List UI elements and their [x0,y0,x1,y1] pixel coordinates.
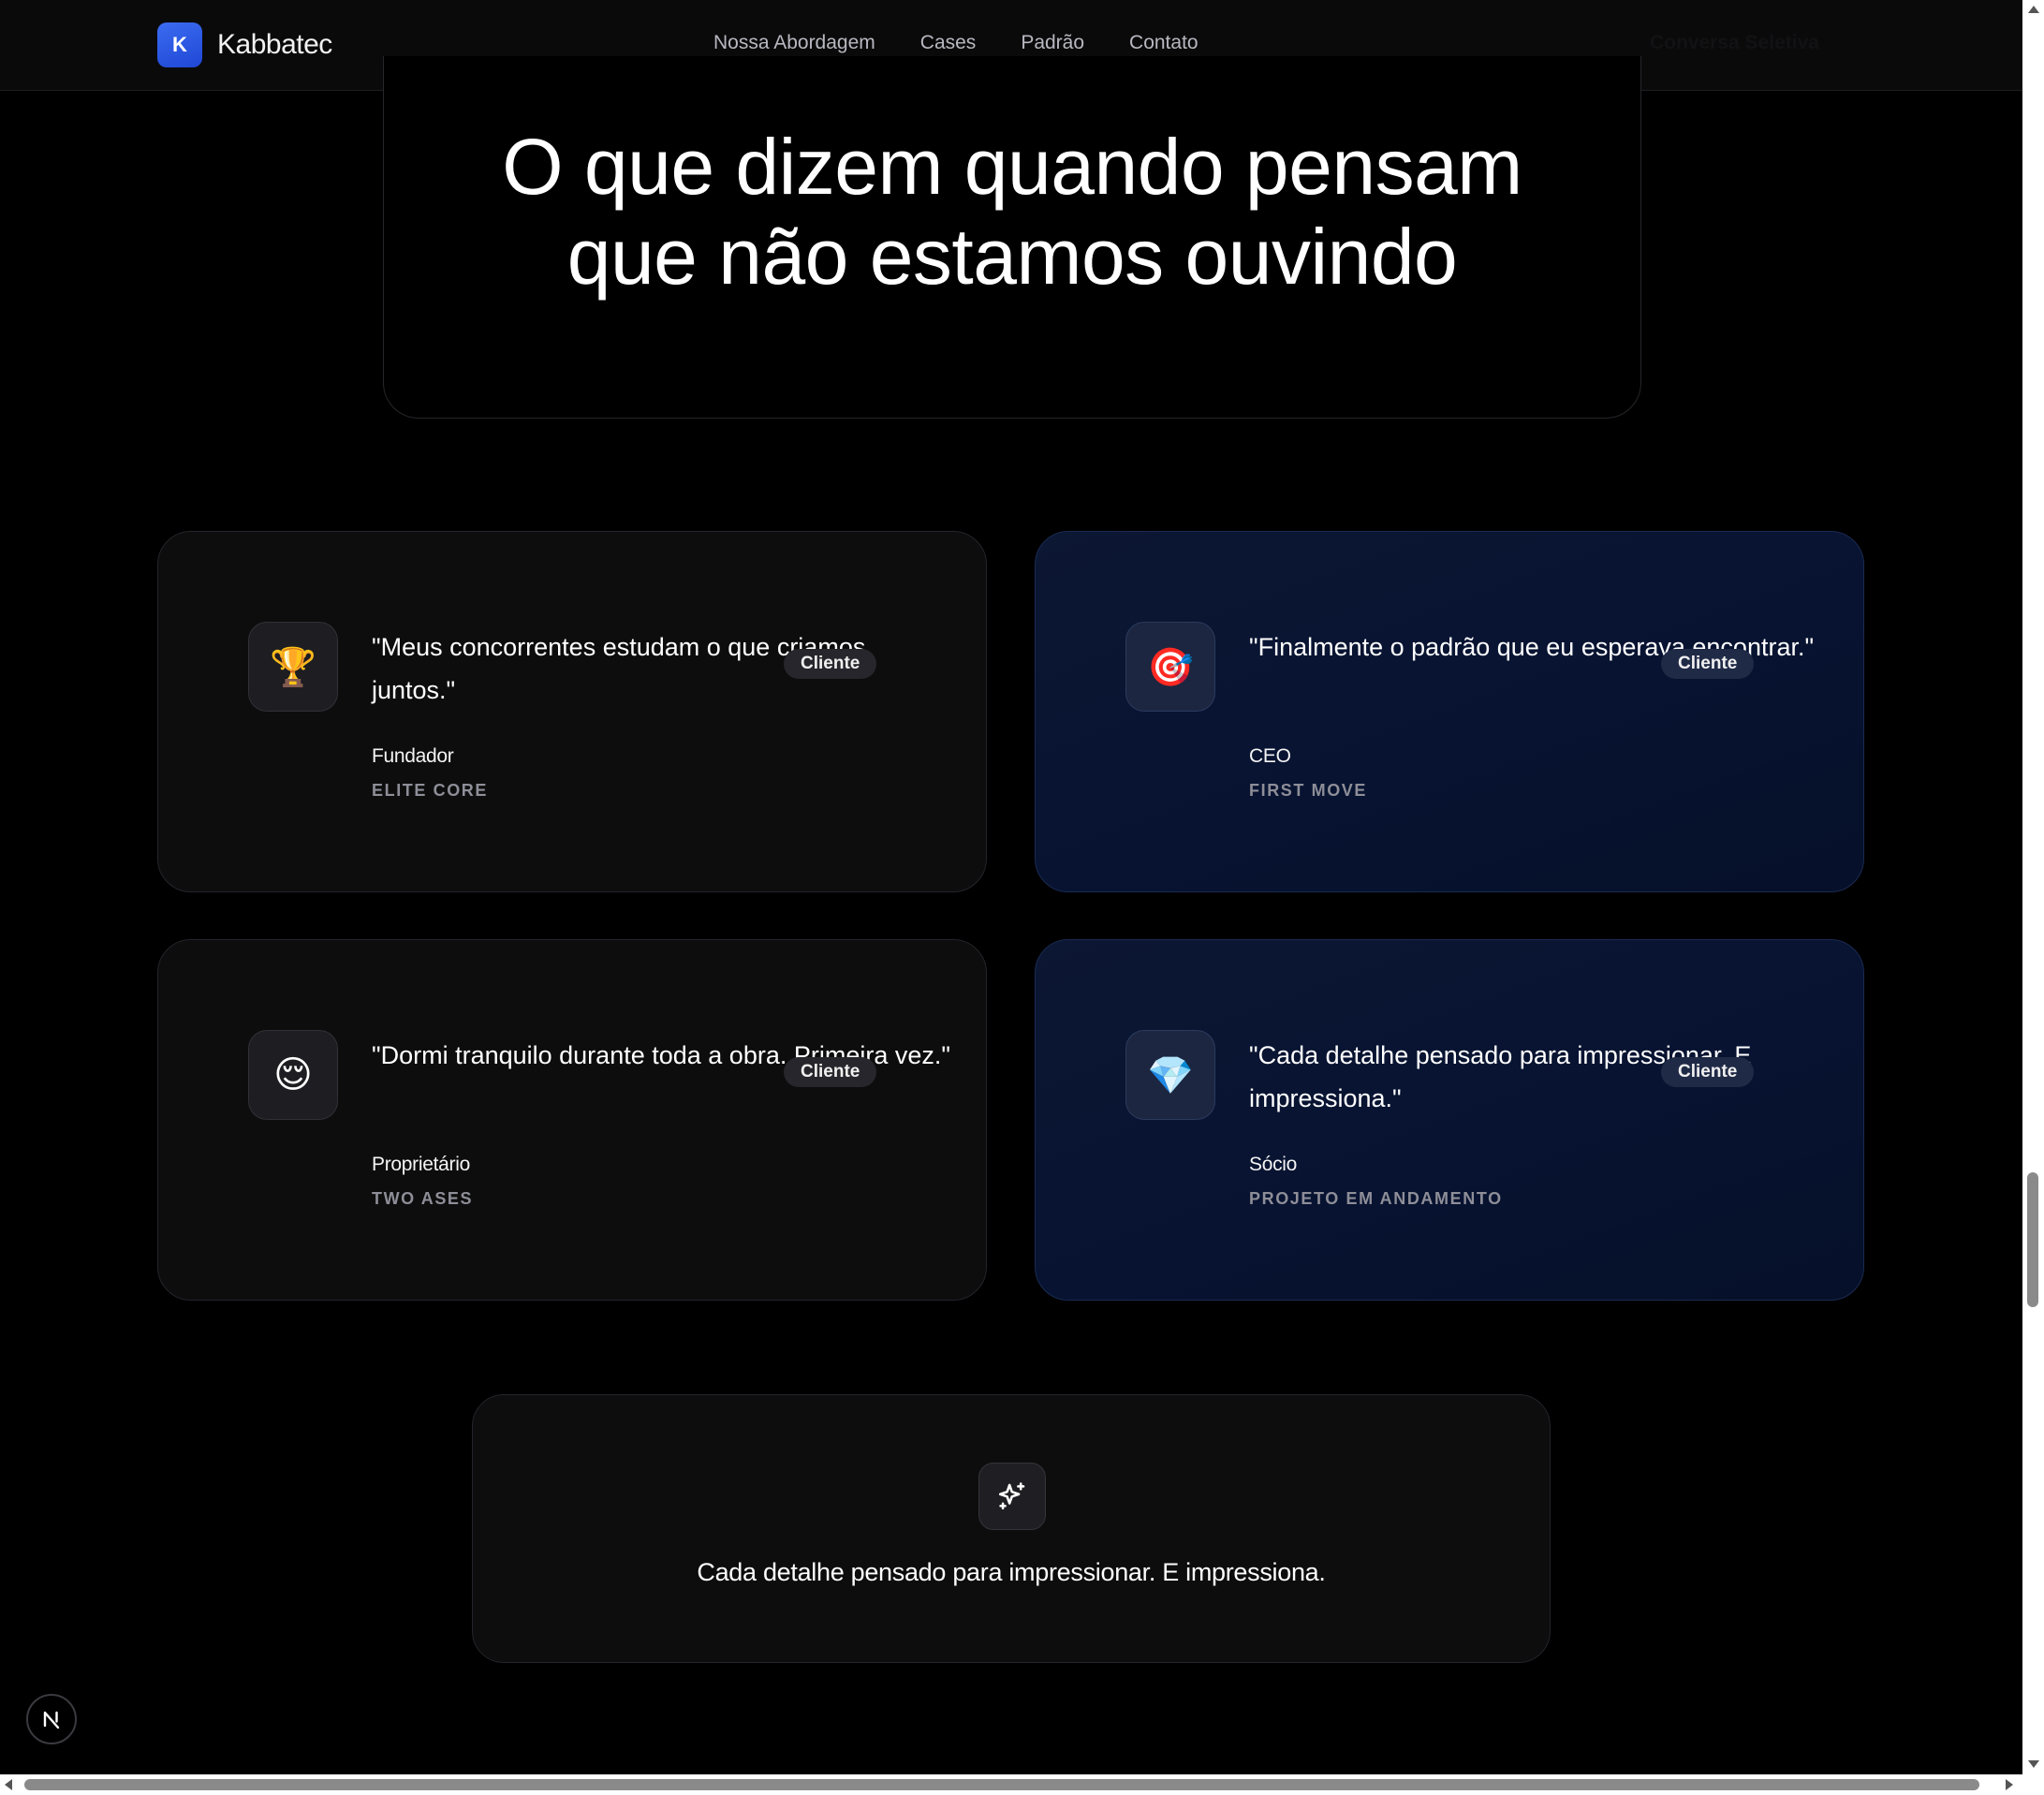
nav-link-padrao[interactable]: Padrão [1021,32,1084,54]
nextjs-dev-button[interactable] [26,1694,77,1744]
vertical-scrollbar[interactable] [2022,0,2044,1779]
testimonial-card: 🎯 "Finalmente o padrão que eu esperava e… [1035,531,1864,892]
nav-link-nossa-abordagem[interactable]: Nossa Abordagem [713,32,875,54]
heading-line-2: que não estamos ouvindo [566,213,1458,301]
testimonial-company: PROJETO EM ANDAMENTO [1249,1189,1503,1208]
scroll-right-arrow-icon[interactable] [2006,1779,2013,1790]
client-badge: Cliente [1661,649,1755,679]
testimonial-card: 😌 "Dormi tranquilo durante toda a obra. … [157,939,987,1301]
trophy-icon: 🏆 [248,622,338,712]
brand-logo[interactable]: K Kabbatec [157,22,332,67]
scrollbar-corner [2022,1774,2044,1795]
section-heading: O que dizem quando pensam que não estamo… [384,122,1640,302]
horizontal-scroll-thumb[interactable] [24,1779,1979,1790]
scroll-up-arrow-icon[interactable] [2028,6,2039,13]
testimonial-company: TWO ASES [372,1189,474,1208]
relieved-face-icon: 😌 [248,1030,338,1120]
testimonial-card: 🏆 "Meus concorrentes estudam o que criam… [157,531,987,892]
scroll-down-arrow-icon[interactable] [2028,1760,2039,1768]
client-badge: Cliente [784,1057,877,1087]
testimonial-role: CEO [1249,745,1291,767]
testimonial-company: FIRST MOVE [1249,781,1368,800]
highlight-quote-box: Cada detalhe pensado para impressionar. … [472,1394,1551,1663]
testimonial-card: 💎 "Cada detalhe pensado para impressiona… [1035,939,1864,1301]
vertical-scroll-thumb[interactable] [2027,1172,2038,1307]
conversa-seletiva-button[interactable]: Conversa Seletiva [1650,32,1819,54]
testimonial-role: Proprietário [372,1154,470,1175]
nav-link-cases[interactable]: Cases [920,32,977,54]
testimonial-role: Sócio [1249,1154,1298,1175]
horizontal-scrollbar[interactable] [0,1774,2022,1795]
heading-line-1: O que dizem quando pensam [502,123,1522,211]
testimonial-company: ELITE CORE [372,781,489,800]
nextjs-icon [43,1711,60,1729]
testimonial-role: Fundador [372,745,454,767]
hero-section: O que dizem quando pensam que não estamo… [383,56,1641,419]
brand-name: Kabbatec [217,29,332,60]
logo-badge: K [157,22,202,67]
main-nav: Nossa Abordagem Cases Padrão Contato [713,32,1198,54]
sparkles-icon [978,1463,1046,1530]
client-badge: Cliente [1661,1057,1755,1087]
highlight-text: Cada detalhe pensado para impressionar. … [697,1558,1326,1586]
gem-icon: 💎 [1125,1030,1215,1120]
scroll-left-arrow-icon[interactable] [5,1779,12,1790]
client-badge: Cliente [784,649,877,679]
target-icon: 🎯 [1125,622,1215,712]
nav-link-contato[interactable]: Contato [1129,32,1198,54]
